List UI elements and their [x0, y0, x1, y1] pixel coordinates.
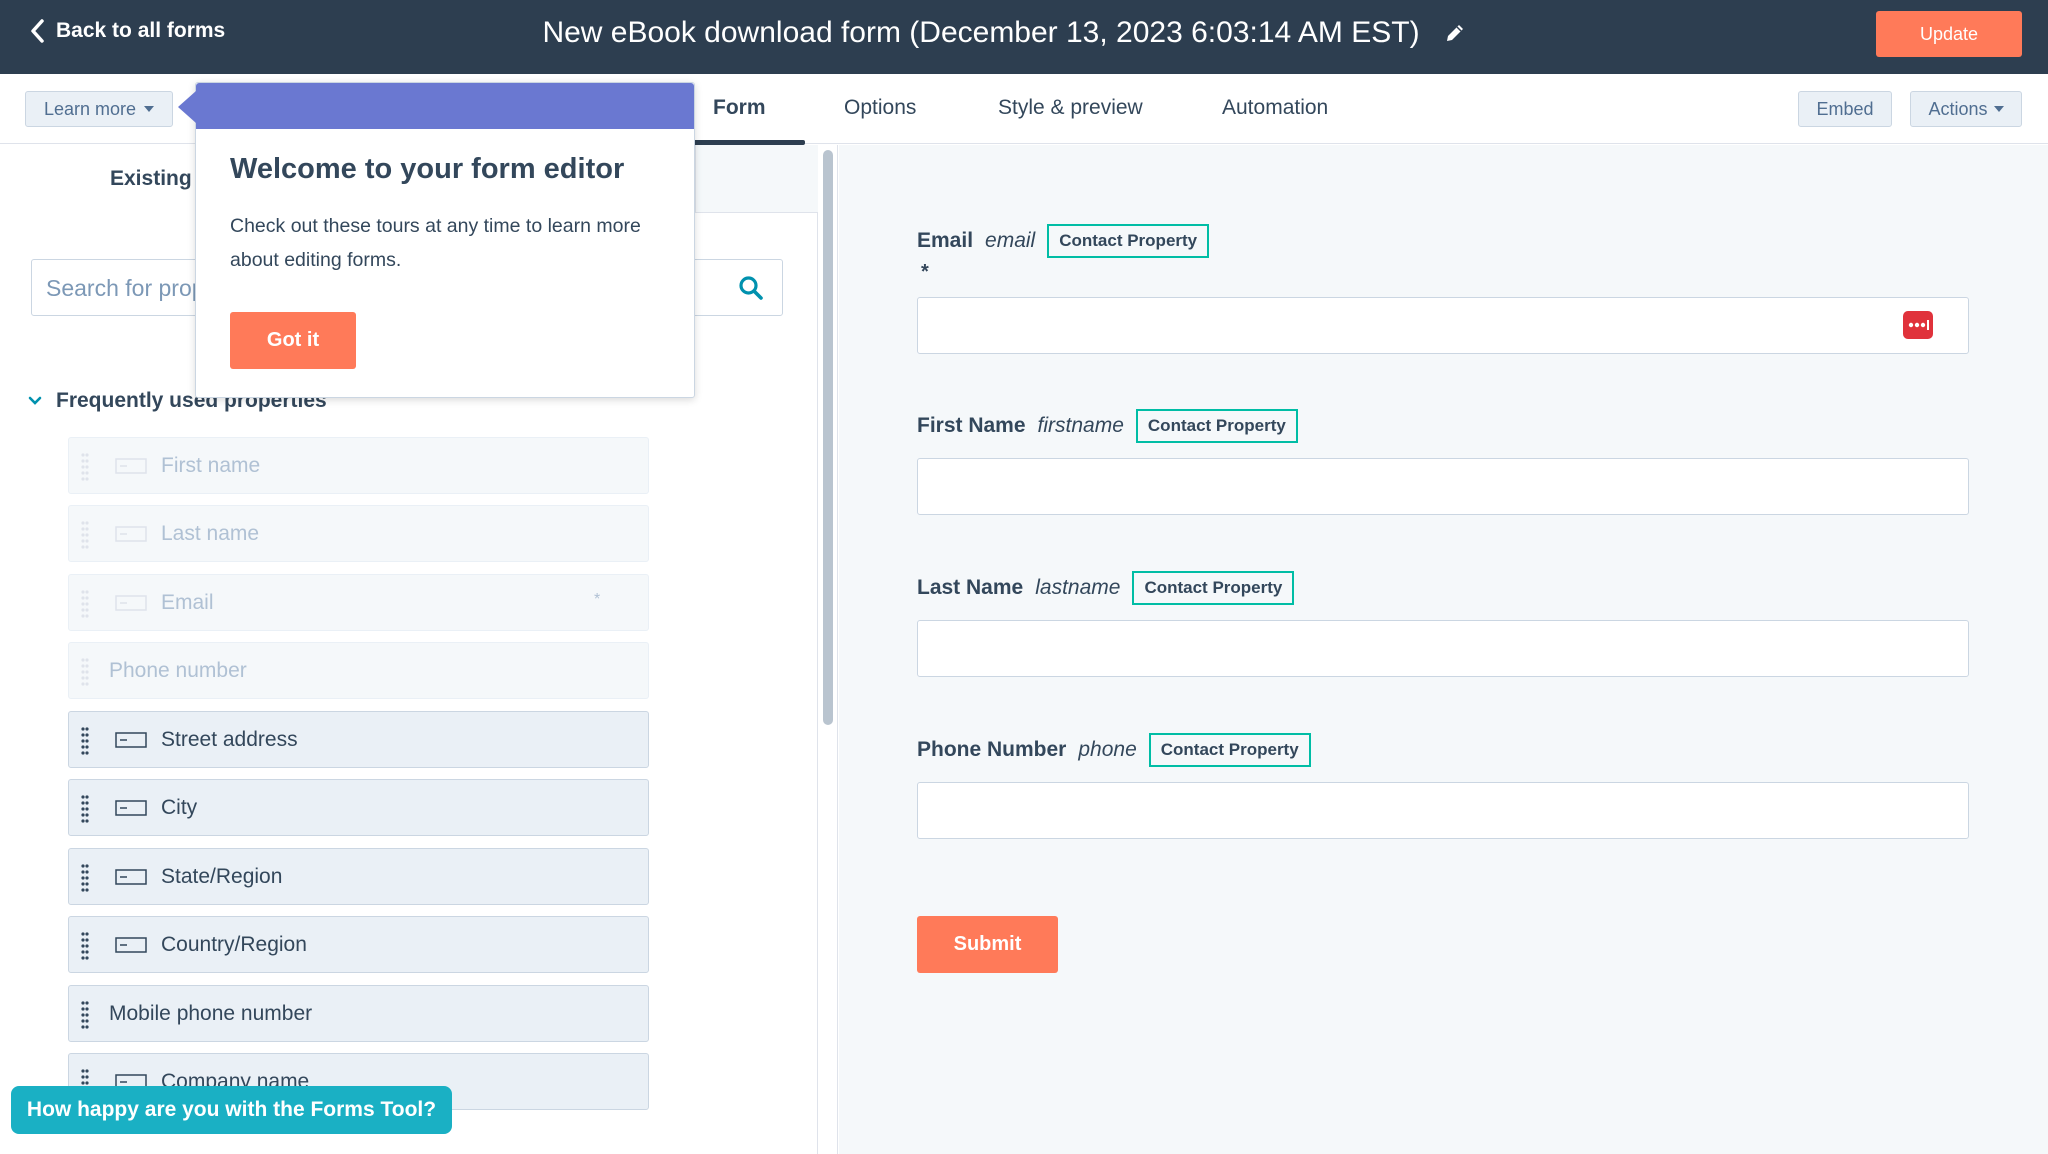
text-field-icon — [115, 595, 147, 611]
drag-handle-icon — [81, 658, 89, 686]
contact-property-badge: Contact Property — [1135, 409, 1298, 443]
field-header-firstname: First Name firstname Contact Property — [917, 409, 1298, 443]
drag-handle-icon — [81, 590, 89, 618]
tab-automation[interactable]: Automation — [1222, 96, 1328, 120]
field-internal-name: firstname — [1037, 414, 1124, 437]
property-label: Email — [161, 590, 214, 614]
caret-down-icon — [144, 106, 155, 112]
property-item-email: Email * — [68, 574, 649, 631]
form-preview: Email email Contact Property * First Nam… — [839, 145, 2048, 1154]
popover-header — [196, 83, 694, 129]
form-title: New eBook download form (December 13, 20… — [542, 16, 1420, 49]
field-label: First Name — [917, 414, 1026, 437]
properties-scrollbar — [818, 145, 838, 1154]
property-item-city[interactable]: City — [68, 779, 649, 836]
popover-body: Check out these tours at any time to lea… — [230, 215, 641, 271]
last-name-field[interactable] — [917, 620, 1969, 677]
actions-label: Actions — [1928, 98, 1988, 119]
required-marker: * — [594, 591, 601, 608]
text-field-icon — [115, 526, 147, 542]
dots-icon — [1908, 320, 1929, 330]
property-label: City — [161, 795, 198, 819]
property-label: Phone number — [109, 658, 247, 682]
top-bar: Back to all forms New eBook download for… — [0, 0, 2048, 74]
field-label: Phone Number — [917, 738, 1067, 761]
tab-options[interactable]: Options — [844, 96, 916, 120]
first-name-field[interactable] — [917, 458, 1969, 515]
drag-handle-icon — [81, 453, 89, 481]
pencil-icon[interactable] — [1444, 22, 1466, 44]
form-title-wrap: New eBook download form (December 13, 20… — [0, 16, 2048, 50]
property-label: Country/Region — [161, 932, 307, 956]
property-item-state-region[interactable]: State/Region — [68, 848, 649, 905]
popover-arrow — [178, 91, 196, 123]
required-asterisk: * — [921, 261, 929, 283]
embed-button[interactable]: Embed — [1798, 91, 1892, 127]
property-label: Street address — [161, 727, 298, 751]
field-internal-name: email — [985, 229, 1036, 252]
field-label: Email — [917, 229, 974, 252]
text-field-icon — [115, 869, 147, 885]
property-item-country-region[interactable]: Country/Region — [68, 916, 649, 973]
scrollbar-thumb[interactable] — [823, 150, 833, 725]
search-icon[interactable] — [738, 275, 764, 301]
field-label: Last Name — [917, 576, 1024, 599]
actions-button[interactable]: Actions — [1910, 91, 2022, 127]
got-it-button[interactable]: Got it — [230, 312, 356, 369]
drag-handle-icon[interactable] — [81, 863, 89, 893]
email-field[interactable] — [917, 297, 1969, 354]
field-header-email: Email email Contact Property — [917, 224, 1210, 258]
text-field-icon — [115, 937, 147, 953]
text-field-icon — [115, 458, 147, 474]
welcome-popover: Welcome to your form editor Check out th… — [178, 82, 695, 398]
drag-handle-icon[interactable] — [81, 1000, 89, 1030]
property-item-first-name: First name — [68, 437, 649, 494]
text-field-icon — [115, 800, 147, 816]
password-manager-icon[interactable] — [1903, 311, 1933, 339]
contact-property-badge: Contact Property — [1132, 571, 1295, 605]
submit-button[interactable]: Submit — [917, 916, 1058, 973]
contact-property-badge: Contact Property — [1047, 224, 1210, 258]
drag-handle-icon — [81, 521, 89, 549]
property-item-mobile-phone-number[interactable]: Mobile phone number — [68, 985, 649, 1042]
learn-more-label: Learn more — [44, 98, 137, 119]
tab-existing-properties[interactable]: Existing — [110, 167, 192, 191]
tab-style-preview[interactable]: Style & preview — [998, 96, 1143, 120]
tab-new-properties[interactable] — [695, 145, 818, 213]
phone-number-field[interactable] — [917, 782, 1969, 839]
caret-down-icon — [1993, 106, 2004, 112]
property-item-phone-number: Phone number — [68, 642, 649, 699]
property-item-last-name: Last name — [68, 505, 649, 562]
text-field-icon — [115, 732, 147, 748]
feedback-button[interactable]: How happy are you with the Forms Tool? — [11, 1086, 452, 1134]
popover-title: Welcome to your form editor — [230, 153, 625, 185]
property-label: Mobile phone number — [109, 1001, 313, 1025]
property-item-street-address[interactable]: Street address — [68, 711, 649, 768]
tab-form[interactable]: Form — [713, 96, 766, 120]
learn-more-button[interactable]: Learn more — [25, 91, 174, 127]
field-internal-name: lastname — [1035, 576, 1121, 599]
drag-handle-icon[interactable] — [81, 794, 89, 824]
update-button[interactable]: Update — [1876, 11, 2022, 57]
field-header-lastname: Last Name lastname Contact Property — [917, 571, 1295, 605]
field-header-phone: Phone Number phone Contact Property — [917, 733, 1311, 767]
drag-handle-icon[interactable] — [81, 931, 89, 961]
property-label: First name — [161, 453, 261, 477]
field-internal-name: phone — [1078, 738, 1137, 761]
property-label: State/Region — [161, 864, 283, 888]
contact-property-badge: Contact Property — [1148, 733, 1311, 767]
chevron-down-icon — [28, 396, 42, 405]
drag-handle-icon[interactable] — [81, 726, 89, 756]
property-label: Last name — [161, 521, 260, 545]
